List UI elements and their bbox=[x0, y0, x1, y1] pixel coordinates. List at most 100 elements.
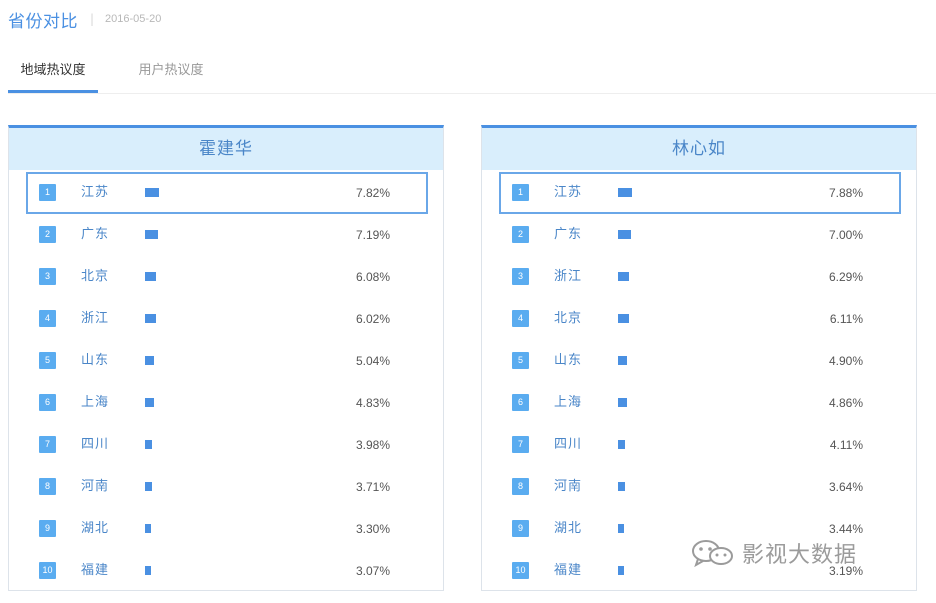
share-bar bbox=[618, 230, 631, 239]
province-name: 江苏 bbox=[554, 185, 583, 200]
rank-badge: 3 bbox=[39, 268, 56, 285]
share-bar bbox=[618, 440, 625, 449]
rank-badge: 10 bbox=[39, 562, 56, 579]
rank-badge: 4 bbox=[39, 310, 56, 327]
share-percent: 7.88% bbox=[828, 186, 863, 200]
ranking-row[interactable]: 7 四川 4.11% bbox=[499, 424, 901, 466]
rank-badge: 2 bbox=[512, 226, 529, 243]
ranking-row[interactable]: 6 上海 4.83% bbox=[26, 382, 428, 424]
rank-badge: 1 bbox=[39, 184, 56, 201]
rank-badge: 9 bbox=[512, 520, 529, 537]
share-bar bbox=[145, 314, 156, 323]
share-bar bbox=[618, 524, 624, 533]
share-bar bbox=[145, 566, 151, 575]
share-percent: 3.71% bbox=[355, 480, 390, 494]
ranking-row[interactable]: 10 福建 3.07% bbox=[26, 550, 428, 592]
share-bar bbox=[618, 188, 632, 197]
province-name: 福建 bbox=[554, 563, 583, 578]
tab-bar: 地域热议度 用户热议度 bbox=[8, 52, 936, 94]
rank-badge: 7 bbox=[39, 436, 56, 453]
province-name: 湖北 bbox=[554, 521, 583, 536]
share-bar bbox=[145, 356, 154, 365]
province-name: 福建 bbox=[81, 563, 110, 578]
rank-badge: 2 bbox=[39, 226, 56, 243]
province-name: 浙江 bbox=[554, 269, 583, 284]
watermark-text: 影视大数据 bbox=[742, 543, 858, 568]
share-percent: 3.30% bbox=[355, 522, 390, 536]
rank-badge: 3 bbox=[512, 268, 529, 285]
province-name: 江苏 bbox=[81, 185, 110, 200]
ranking-row[interactable]: 5 山东 5.04% bbox=[26, 340, 428, 382]
rank-badge: 10 bbox=[512, 562, 529, 579]
share-bar bbox=[618, 482, 625, 491]
ranking-row[interactable]: 2 广东 7.19% bbox=[26, 214, 428, 256]
rank-badge: 5 bbox=[39, 352, 56, 369]
rank-badge: 1 bbox=[512, 184, 529, 201]
rank-badge: 9 bbox=[39, 520, 56, 537]
share-percent: 7.19% bbox=[355, 228, 390, 242]
rank-badge: 4 bbox=[512, 310, 529, 327]
share-percent: 4.11% bbox=[829, 438, 863, 452]
share-percent: 6.29% bbox=[828, 270, 863, 284]
ranking-row[interactable]: 3 北京 6.08% bbox=[26, 256, 428, 298]
share-bar bbox=[145, 482, 152, 491]
ranking-row[interactable]: 9 湖北 3.30% bbox=[26, 508, 428, 550]
share-bar bbox=[145, 398, 154, 407]
share-bar bbox=[618, 272, 629, 281]
ranking-row[interactable]: 8 河南 3.64% bbox=[499, 466, 901, 508]
share-percent: 3.07% bbox=[355, 564, 390, 578]
rank-badge: 6 bbox=[512, 394, 529, 411]
panel-lin-xinru: 林心如 1 江苏 7.88% 2 广东 7.00% 3 浙江 6.29% 4 北京 6.11% 5 山东 4… bbox=[481, 125, 917, 591]
ranking-row[interactable]: 7 四川 3.98% bbox=[26, 424, 428, 466]
page-header: 省份对比 | 2016-05-20 bbox=[8, 6, 161, 32]
province-name: 湖北 bbox=[81, 521, 110, 536]
panel-title: 霍建华 bbox=[9, 128, 443, 170]
share-bar bbox=[145, 230, 158, 239]
wechat-icon bbox=[690, 538, 736, 568]
ranking-row[interactable]: 4 浙江 6.02% bbox=[26, 298, 428, 340]
panel-title: 林心如 bbox=[482, 128, 916, 170]
ranking-row[interactable]: 1 江苏 7.88% bbox=[499, 172, 901, 214]
title-separator: | bbox=[90, 12, 95, 26]
province-name: 广东 bbox=[554, 227, 583, 242]
ranking-row[interactable]: 8 河南 3.71% bbox=[26, 466, 428, 508]
province-name: 北京 bbox=[554, 311, 583, 326]
share-percent: 4.86% bbox=[828, 396, 863, 410]
ranking-row[interactable]: 3 浙江 6.29% bbox=[499, 256, 901, 298]
province-name: 浙江 bbox=[81, 311, 110, 326]
share-percent: 4.83% bbox=[355, 396, 390, 410]
watermark: 影视大数据 bbox=[690, 536, 857, 570]
tab-user-heat[interactable]: 用户热议度 bbox=[116, 52, 226, 90]
share-bar bbox=[618, 314, 629, 323]
share-bar bbox=[145, 524, 151, 533]
province-name: 河南 bbox=[554, 479, 583, 494]
ranking-row[interactable]: 4 北京 6.11% bbox=[499, 298, 901, 340]
province-name: 河南 bbox=[81, 479, 110, 494]
share-percent: 7.00% bbox=[828, 228, 863, 242]
share-percent: 5.04% bbox=[355, 354, 390, 368]
share-bar bbox=[618, 398, 627, 407]
share-percent: 7.82% bbox=[355, 186, 390, 200]
rank-badge: 6 bbox=[39, 394, 56, 411]
share-bar bbox=[618, 356, 627, 365]
ranking-row[interactable]: 6 上海 4.86% bbox=[499, 382, 901, 424]
page-title: 省份对比 bbox=[8, 11, 78, 32]
share-bar bbox=[145, 440, 152, 449]
tab-region-heat[interactable]: 地域热议度 bbox=[8, 52, 98, 93]
province-name: 广东 bbox=[81, 227, 110, 242]
share-bar bbox=[145, 272, 156, 281]
rank-badge: 8 bbox=[39, 478, 56, 495]
ranking-row[interactable]: 1 江苏 7.82% bbox=[26, 172, 428, 214]
rank-badge: 8 bbox=[512, 478, 529, 495]
rank-badge: 7 bbox=[512, 436, 529, 453]
province-name: 北京 bbox=[81, 269, 110, 284]
ranking-row[interactable]: 2 广东 7.00% bbox=[499, 214, 901, 256]
share-bar bbox=[145, 188, 159, 197]
province-name: 四川 bbox=[554, 437, 583, 452]
share-bar bbox=[618, 566, 624, 575]
province-name: 四川 bbox=[81, 437, 110, 452]
share-percent: 6.08% bbox=[355, 270, 390, 284]
ranking-row[interactable]: 5 山东 4.90% bbox=[499, 340, 901, 382]
province-name: 山东 bbox=[81, 353, 110, 368]
share-percent: 6.02% bbox=[355, 312, 390, 326]
